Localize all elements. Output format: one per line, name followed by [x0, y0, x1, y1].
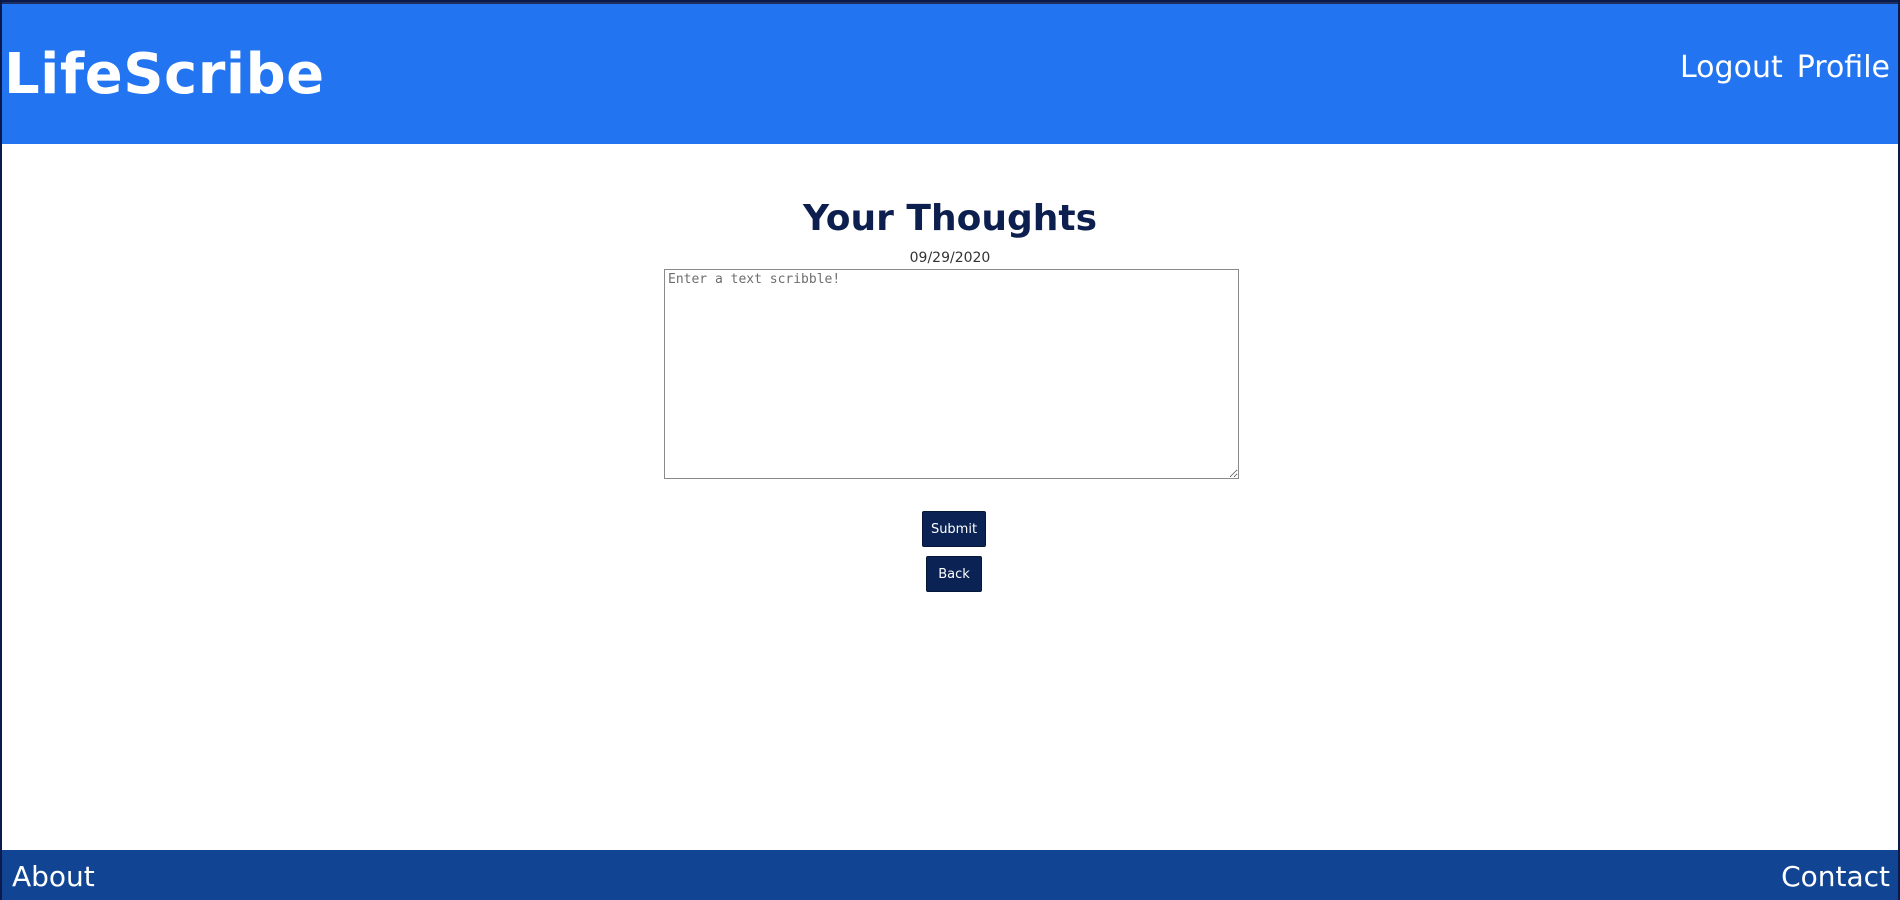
scribble-textarea[interactable] [664, 269, 1239, 479]
entry-date: 09/29/2020 [909, 250, 991, 266]
brand-logo[interactable]: LifeScribe [4, 42, 325, 107]
about-link[interactable]: About [12, 860, 95, 893]
page-title: Your Thoughts [803, 198, 1097, 240]
back-button[interactable]: Back [926, 556, 982, 592]
bottom-footer: About Contact [2, 850, 1898, 900]
contact-link[interactable]: Contact [1781, 860, 1890, 893]
top-header: LifeScribe Logout Profile [2, 2, 1898, 144]
top-nav: Logout Profile [1680, 50, 1890, 85]
main-content: Your Thoughts 09/29/2020 Submit Back [2, 144, 1898, 850]
submit-button[interactable]: Submit [922, 511, 986, 547]
profile-link[interactable]: Profile [1797, 50, 1890, 85]
logout-link[interactable]: Logout [1680, 50, 1783, 85]
page-frame: LifeScribe Logout Profile Your Thoughts … [0, 0, 1900, 900]
